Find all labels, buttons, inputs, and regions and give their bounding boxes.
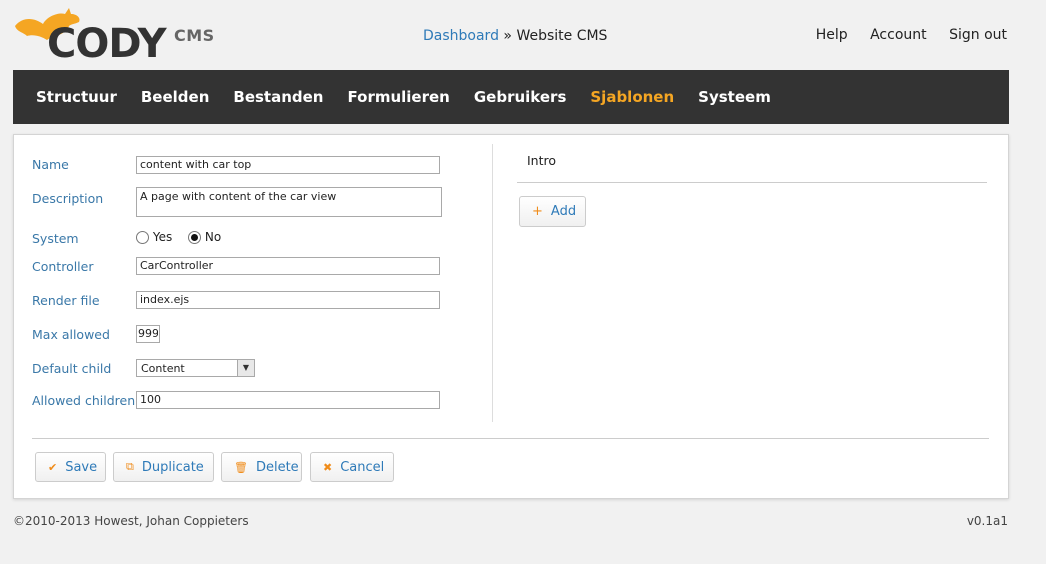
sign-out-link[interactable]: Sign out: [949, 27, 1007, 43]
version-text: v0.1a1: [966, 514, 1008, 528]
plus-icon: +: [532, 204, 543, 219]
chevron-down-icon[interactable]: ▼: [237, 360, 254, 376]
duplicate-icon: ⧉: [126, 460, 134, 473]
trash-icon: 🗑: [234, 460, 248, 474]
nav-item-formulieren[interactable]: Formulieren: [348, 88, 450, 106]
default-child-label: Default child: [32, 361, 112, 376]
allowed-children-field[interactable]: [136, 391, 440, 409]
add-button[interactable]: + Add: [519, 196, 586, 227]
cody-logo[interactable]: CODY CMS: [13, 6, 215, 67]
name-label: Name: [32, 157, 69, 172]
help-link[interactable]: Help: [816, 27, 848, 43]
default-child-select[interactable]: Content ▼: [136, 359, 255, 377]
delete-button[interactable]: 🗑 Delete: [221, 452, 302, 482]
breadcrumb-dashboard-link[interactable]: Dashboard: [423, 28, 499, 44]
name-field[interactable]: [136, 156, 440, 174]
account-link[interactable]: Account: [870, 27, 927, 43]
render-file-label: Render file: [32, 293, 100, 308]
breadcrumb-separator: »: [498, 28, 517, 44]
controller-field[interactable]: [136, 257, 440, 275]
description-field[interactable]: A page with content of the car view: [136, 187, 442, 217]
system-yes-radio[interactable]: [136, 231, 149, 244]
system-label: System: [32, 231, 79, 246]
cancel-button-label: Cancel: [340, 459, 385, 475]
actions-divider: [32, 438, 989, 439]
system-no-radio[interactable]: [188, 231, 202, 244]
system-yes-label: Yes: [152, 230, 173, 244]
cancel-button[interactable]: ✖ Cancel: [310, 452, 394, 482]
copyright-text: ©2010-2013 Howest, Johan Coppieters: [13, 514, 249, 528]
main-nav: Structuur Beelden Bestanden Formulieren …: [13, 70, 1009, 124]
system-radio-group: Yes No: [136, 230, 221, 244]
breadcrumb: Dashboard » Website CMS: [423, 28, 607, 44]
logo-subtext: CMS: [174, 26, 215, 45]
nav-item-sjablonen[interactable]: Sjablonen: [590, 88, 674, 106]
allowed-children-label: Allowed children: [32, 393, 136, 408]
template-panel: Name Description A page with content of …: [13, 134, 1009, 499]
save-button[interactable]: ✔ Save: [35, 452, 106, 482]
breadcrumb-current: Website CMS: [516, 28, 608, 44]
save-button-label: Save: [65, 459, 98, 475]
max-allowed-field[interactable]: [136, 325, 160, 343]
nav-item-beelden[interactable]: Beelden: [141, 88, 210, 106]
intro-heading: Intro: [527, 153, 557, 168]
top-links: Help Account Sign out: [798, 27, 1007, 43]
logo-text: CODY: [47, 21, 167, 67]
default-child-value: Content: [141, 362, 185, 375]
controller-label: Controller: [32, 259, 94, 274]
duplicate-button-label: Duplicate: [141, 459, 204, 475]
nav-item-systeem[interactable]: Systeem: [698, 88, 771, 106]
add-button-label: Add: [550, 204, 577, 219]
checkmark-icon: ✔: [48, 460, 58, 474]
close-icon: ✖: [323, 460, 333, 474]
system-no-label: No: [204, 230, 222, 244]
description-label: Description: [32, 191, 104, 206]
intro-divider: [517, 182, 987, 183]
nav-item-bestanden[interactable]: Bestanden: [233, 88, 323, 106]
nav-item-gebruikers[interactable]: Gebruikers: [474, 88, 567, 106]
column-divider: [492, 144, 493, 422]
max-allowed-label: Max allowed: [32, 327, 110, 342]
delete-button-label: Delete: [255, 459, 299, 475]
render-file-field[interactable]: [136, 291, 440, 309]
nav-item-structuur[interactable]: Structuur: [36, 88, 117, 106]
duplicate-button[interactable]: ⧉ Duplicate: [113, 452, 214, 482]
